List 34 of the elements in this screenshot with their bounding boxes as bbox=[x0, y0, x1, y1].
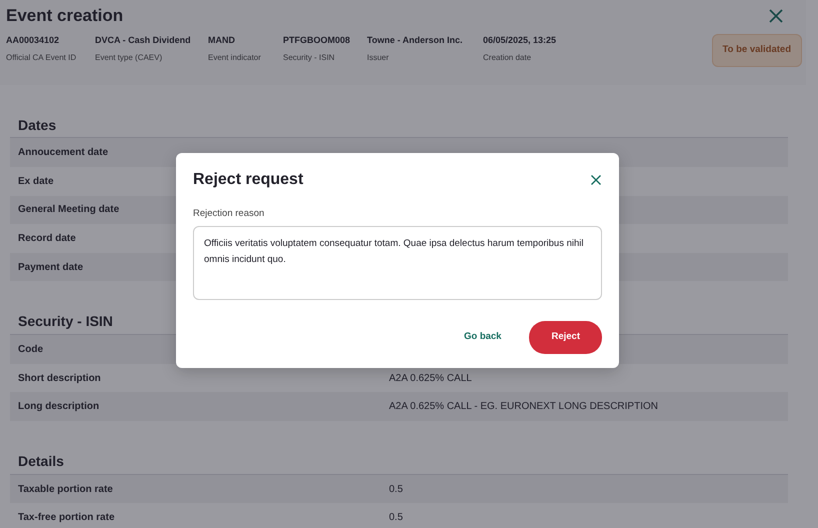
row-label: Payment date bbox=[18, 262, 84, 273]
row-label: Taxable portion rate bbox=[18, 484, 113, 495]
dialog-title: Reject request bbox=[193, 170, 304, 190]
field-label: Event indicator bbox=[208, 52, 262, 64]
field-label: Official CA Event ID bbox=[6, 52, 78, 64]
field-label: Creation date bbox=[483, 52, 532, 64]
row-label: Tax-free portion rate bbox=[18, 512, 114, 524]
row-label: Annoucement date bbox=[18, 147, 108, 158]
close-icon[interactable] bbox=[590, 174, 602, 186]
row-label: Ex date bbox=[18, 176, 54, 187]
field-value: MAND bbox=[208, 34, 236, 48]
row-label: Record date bbox=[18, 233, 76, 244]
row-value: A2A 0.625% CALL - EG. EURONEXT LONG DESCRIPTION bbox=[389, 400, 658, 414]
field-value: PTFGBOOM008 bbox=[283, 34, 352, 48]
field-label: Issuer bbox=[367, 52, 390, 64]
field-label: Event type (CAEV) bbox=[95, 52, 164, 64]
field-value: DVCA - Cash Dividend bbox=[95, 34, 192, 48]
row-value: 0.5 bbox=[389, 511, 403, 526]
row-label: Short description bbox=[18, 372, 101, 384]
status-badge: To be validated bbox=[712, 34, 802, 67]
field-label: Rejection reason bbox=[193, 207, 266, 222]
row-value: A2A 0.625% CALL bbox=[389, 372, 472, 386]
row-label: Long description bbox=[18, 401, 100, 412]
page-title: Event creation bbox=[6, 6, 124, 26]
field-value: 06/05/2025, 13:25 bbox=[483, 34, 558, 48]
row-label: Code bbox=[18, 344, 43, 355]
row-label: General Meeting date bbox=[18, 204, 120, 216]
reject-button[interactable]: Reject bbox=[529, 321, 602, 354]
text-area[interactable]: Officiis veritatis voluptatem consequatur totam. Quae ipsa delectus harum temporibus nihil omnis incidunt quo. bbox=[193, 226, 602, 300]
field-value: Towne - Anderson Inc. bbox=[367, 34, 464, 48]
field-label: Security - ISIN bbox=[283, 52, 336, 64]
close-icon[interactable] bbox=[768, 8, 784, 24]
field-value: AA00034102 bbox=[6, 34, 60, 48]
row-value: 0.5 bbox=[389, 482, 403, 497]
